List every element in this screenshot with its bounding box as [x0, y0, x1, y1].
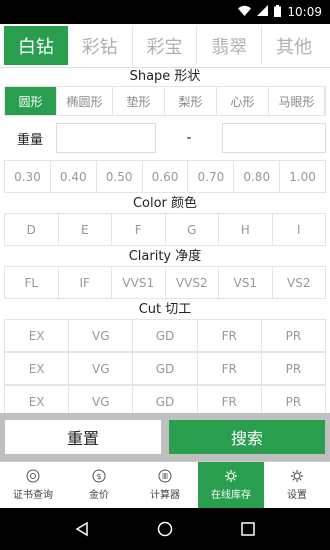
color-option[interactable]: F — [112, 214, 166, 246]
search-button[interactable]: 搜索 — [169, 420, 325, 454]
shape-option-heart[interactable]: 心形 — [217, 87, 269, 115]
cut-option[interactable]: GD — [133, 320, 198, 352]
nav-label: 在线库存 — [211, 490, 251, 501]
bottom-nav: 证书查询 $ 金价 计算器 在线库存 设置 — [0, 461, 330, 508]
weight-max-input[interactable] — [222, 123, 326, 153]
wifi-icon — [238, 5, 252, 19]
color-option[interactable]: D — [5, 214, 59, 246]
nav-label: 金价 — [89, 490, 109, 501]
recents-icon[interactable] — [240, 521, 256, 537]
cut-option[interactable]: VG — [69, 353, 134, 385]
shape-option-cushion[interactable]: 垫形 — [113, 87, 165, 115]
battery-icon — [274, 4, 282, 20]
clarity-option[interactable]: VVS1 — [112, 267, 166, 299]
clarity-option[interactable]: VVS2 — [165, 267, 219, 299]
cut-option[interactable]: PR — [261, 320, 327, 352]
nav-item-gold-price[interactable]: $ 金价 — [66, 462, 132, 508]
clarity-options: FL IF VVS1 VVS2 VS1 VS2 — [4, 266, 326, 299]
weight-separator: - — [186, 130, 192, 146]
weight-preset[interactable]: 0.50 — [96, 161, 143, 193]
nav-item-online-inventory[interactable]: 在线库存 — [198, 462, 264, 508]
status-time: 10:09 — [287, 5, 322, 19]
shape-options: 圆形 椭圆形 垫形 梨形 心形 马眼形 — [4, 86, 326, 116]
status-bar: 10:09 — [0, 0, 330, 24]
svg-text:$: $ — [96, 472, 101, 481]
clarity-option[interactable]: VS1 — [219, 267, 273, 299]
tab-other[interactable]: 其他 — [262, 26, 326, 65]
cut-option[interactable]: EX — [5, 320, 70, 352]
clarity-option[interactable]: VS2 — [272, 267, 326, 299]
back-icon[interactable] — [74, 521, 90, 537]
nav-label: 计算器 — [150, 490, 180, 501]
color-option[interactable]: E — [58, 214, 112, 246]
color-option[interactable]: H — [219, 214, 273, 246]
color-option[interactable]: G — [165, 214, 219, 246]
weight-preset[interactable]: 0.60 — [142, 161, 189, 193]
weight-preset[interactable]: 0.30 — [5, 161, 51, 193]
cut-title: Cut 切工 — [138, 302, 192, 317]
weight-preset[interactable]: 0.70 — [188, 161, 235, 193]
weight-preset[interactable]: 0.80 — [234, 161, 281, 193]
nav-label: 设置 — [287, 490, 307, 501]
nav-item-certificate[interactable]: 证书查询 — [0, 462, 66, 508]
signal-icon — [257, 5, 269, 19]
reset-button[interactable]: 重置 — [5, 420, 161, 454]
weight-min-input[interactable] — [56, 123, 156, 153]
shape-option-round[interactable]: 圆形 — [5, 87, 57, 115]
tab-white-diamond[interactable]: 白钻 — [4, 26, 68, 65]
weight-row: 重量 - — [0, 116, 330, 160]
cut-row: EX VG GD FR PR — [4, 352, 327, 385]
nav-label: 证书查询 — [13, 490, 53, 501]
nav-item-settings[interactable]: 设置 — [264, 462, 330, 508]
certificate-icon — [26, 469, 40, 483]
home-icon[interactable] — [157, 521, 173, 537]
weight-label: 重量 — [16, 132, 43, 148]
tab-jade[interactable]: 翡翠 — [197, 26, 263, 65]
cut-row: EX VG GD FR PR — [4, 319, 327, 352]
calculator-icon — [158, 469, 172, 483]
inventory-gear-icon — [225, 470, 237, 482]
cut-grid: EX VG GD FR PR EX VG GD FR PR EX VG GD F… — [0, 319, 330, 418]
clarity-option[interactable]: IF — [58, 267, 112, 299]
cut-option[interactable]: FR — [197, 353, 262, 385]
cut-option[interactable]: FR — [197, 320, 262, 352]
clarity-title: Clarity 净度 — [128, 249, 202, 264]
action-bar: 重置 搜索 — [0, 413, 330, 461]
color-options: D E F G H I — [4, 213, 326, 246]
weight-preset[interactable]: 0.40 — [50, 161, 97, 193]
shape-option-marquise[interactable]: 马眼形 — [269, 87, 325, 115]
cut-option[interactable]: EX — [5, 353, 70, 385]
color-title: Color 颜色 — [132, 196, 198, 211]
nav-item-calculator[interactable]: 计算器 — [132, 462, 198, 508]
cut-option[interactable]: GD — [133, 353, 198, 385]
cut-option[interactable]: PR — [261, 353, 327, 385]
shape-option-pear[interactable]: 梨形 — [165, 87, 217, 115]
tab-gemstone[interactable]: 彩宝 — [133, 26, 198, 65]
clarity-option[interactable]: FL — [5, 267, 59, 299]
category-tabs: 白钻 彩钻 彩宝 翡翠 其他 — [0, 24, 330, 68]
shape-option-oval[interactable]: 椭圆形 — [57, 87, 113, 115]
dollar-icon: $ — [92, 469, 106, 483]
tab-color-diamond[interactable]: 彩钻 — [68, 26, 133, 65]
cut-option[interactable]: VG — [69, 320, 134, 352]
weight-preset[interactable]: 1.00 — [280, 161, 327, 193]
weight-presets: 0.30 0.40 0.50 0.60 0.70 0.80 1.00 — [4, 160, 327, 193]
shape-title: Shape 形状 — [129, 69, 201, 84]
color-option[interactable]: I — [272, 214, 326, 246]
gear-icon — [291, 470, 303, 482]
system-nav-bar — [0, 508, 330, 550]
